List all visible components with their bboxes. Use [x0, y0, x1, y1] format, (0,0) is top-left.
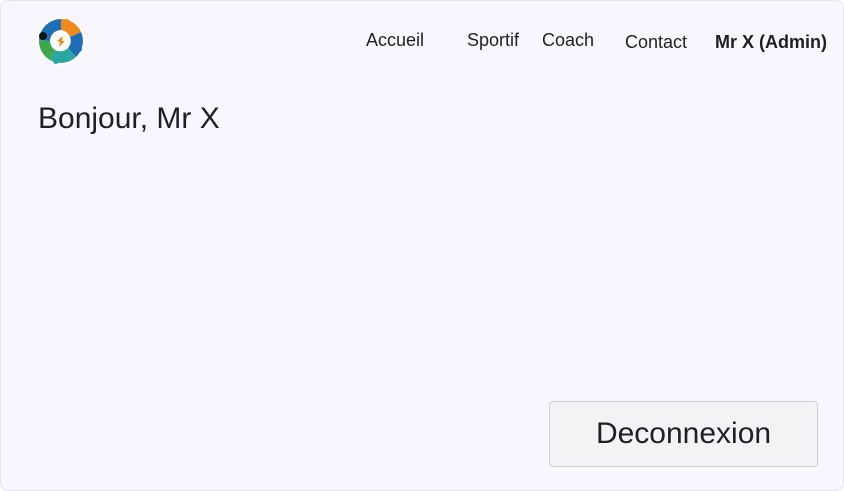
nav-user-account[interactable]: Mr X (Admin): [715, 32, 827, 53]
nav-sportif[interactable]: Sportif: [467, 30, 519, 51]
nav-coach[interactable]: Coach: [542, 30, 594, 51]
logo[interactable]: [36, 16, 86, 66]
nav-contact[interactable]: Contact: [625, 32, 687, 53]
logout-button[interactable]: Deconnexion: [549, 401, 818, 467]
circular-people-logo-icon: [37, 17, 85, 65]
app-window: Accueil Sportif Coach Contact Mr X (Admi…: [0, 0, 844, 491]
nav-accueil[interactable]: Accueil: [366, 30, 424, 51]
greeting-heading: Bonjour, Mr X: [38, 102, 220, 135]
